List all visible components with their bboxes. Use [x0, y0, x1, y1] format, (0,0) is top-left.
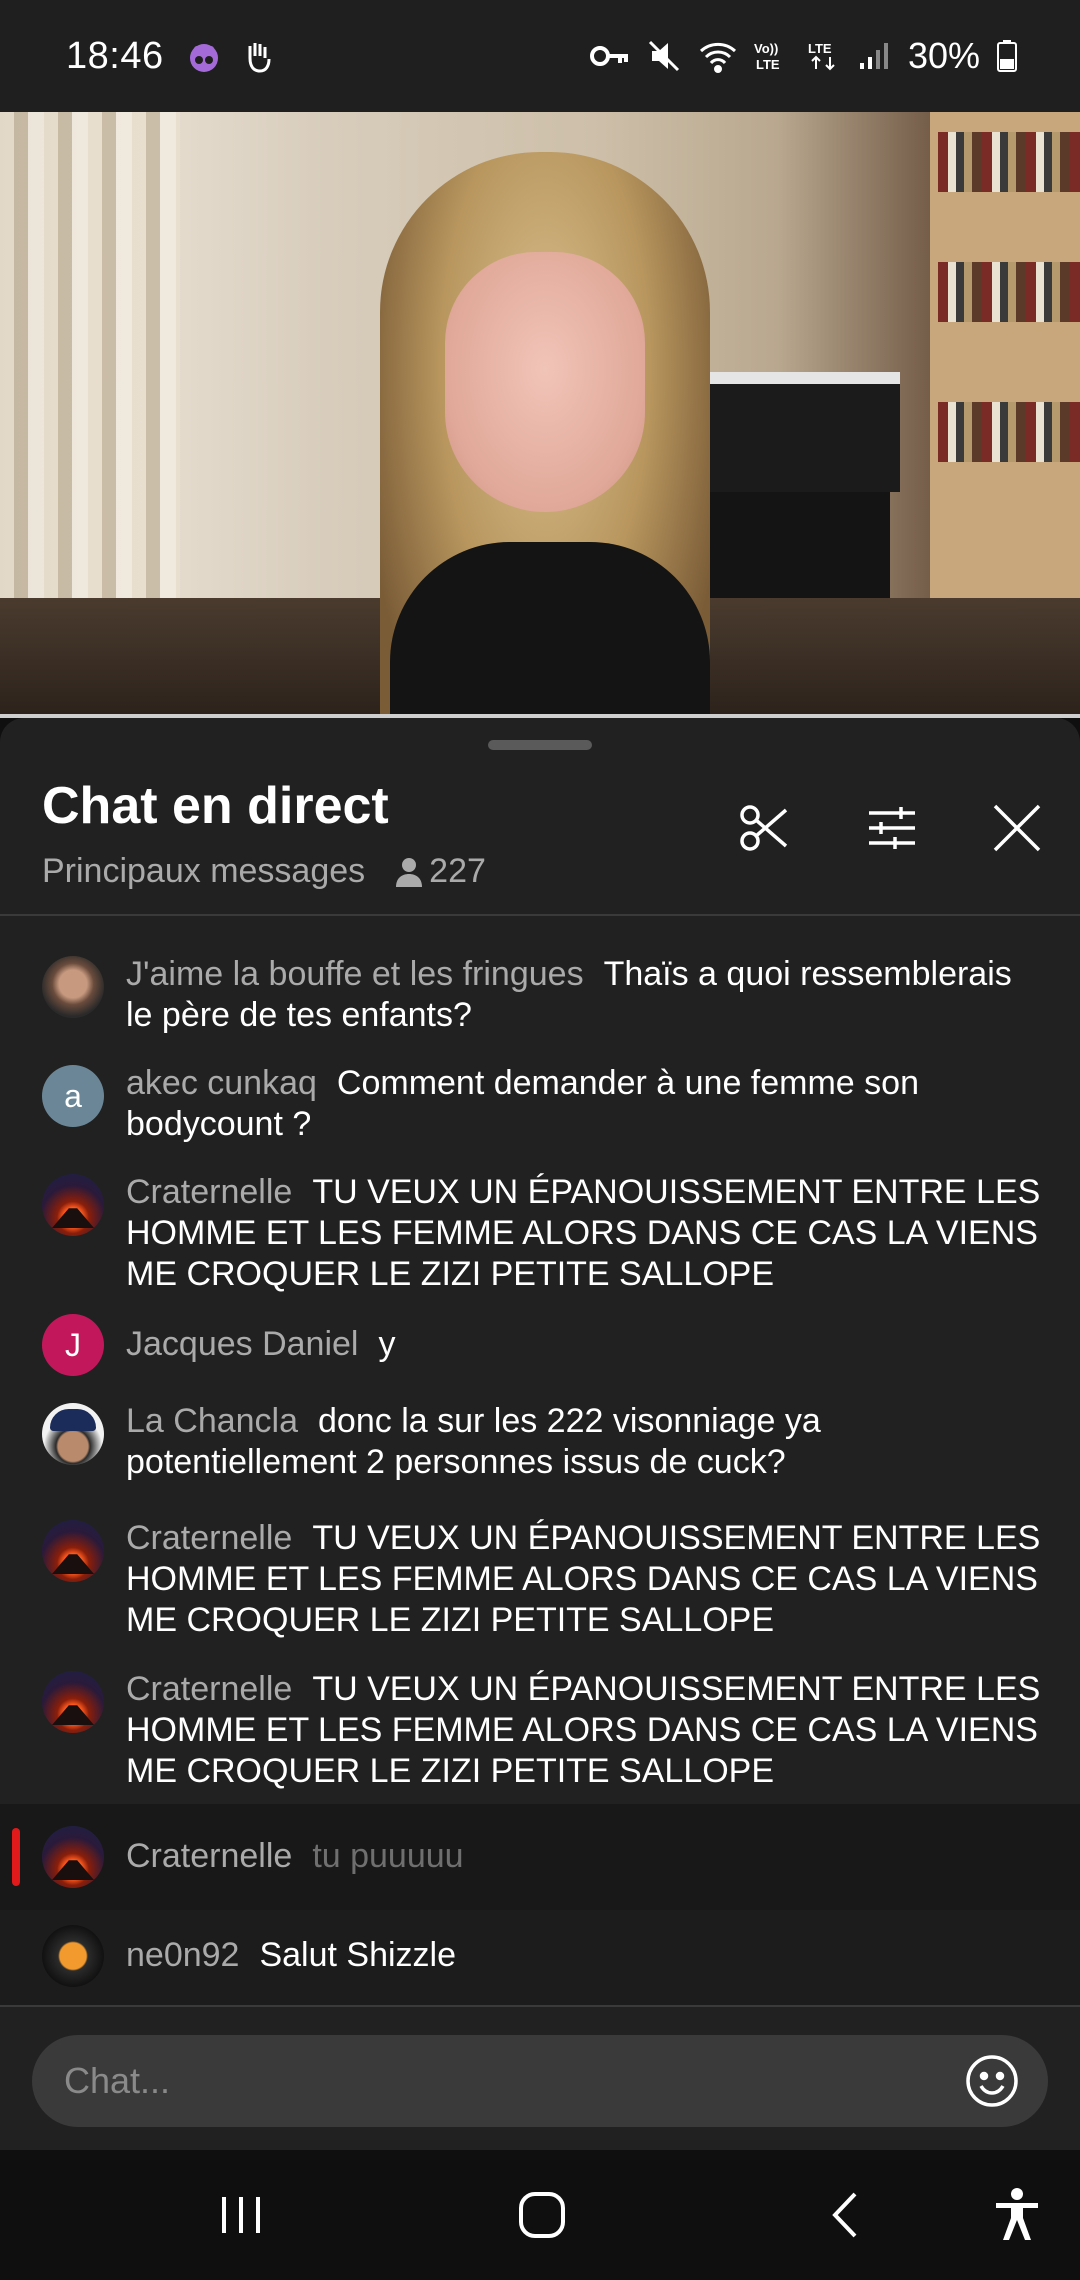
recent-apps-icon: [222, 2197, 260, 2233]
svg-text:LTE: LTE: [756, 57, 780, 72]
avatar[interactable]: [42, 1403, 104, 1465]
message-author[interactable]: La Chancla: [126, 1402, 298, 1440]
message-text: tu puuuuu: [312, 1837, 464, 1875]
chat-message: Craternelle TU VEUX UN ÉPANOUISSEMENT ENT…: [0, 1669, 1080, 1792]
lte-icon: LTE: [806, 39, 842, 73]
avatar[interactable]: [42, 1826, 104, 1888]
signal-icon: [858, 41, 892, 71]
viewer-count-value: 227: [429, 852, 486, 890]
chat-subtitle: Principaux messages 227: [42, 852, 486, 891]
avatar[interactable]: [42, 1925, 104, 1987]
wifi-icon: [698, 39, 738, 73]
svg-text:Vo)): Vo)): [754, 41, 778, 56]
close-chat-button[interactable]: [977, 788, 1057, 868]
incognito-icon: [184, 36, 224, 76]
message-author[interactable]: Jacques Daniel: [126, 1325, 358, 1363]
back-button[interactable]: [800, 2180, 890, 2250]
chat-message: Craternelle TU VEUX UN ÉPANOUISSEMENT ENT…: [0, 1172, 1080, 1295]
system-navigation-bar: [0, 2150, 1080, 2280]
avatar[interactable]: [42, 1671, 104, 1733]
chat-title: Chat en direct: [42, 777, 389, 835]
chat-input-bar: Chat...: [0, 2005, 1080, 2150]
message-text: Salut Shizzle: [259, 1936, 457, 1974]
message-author[interactable]: J'aime la bouffe et les fringues: [126, 955, 584, 993]
vpn-key-icon: [589, 41, 630, 71]
home-icon: [519, 2192, 565, 2238]
live-chat-panel: Chat en direct Principaux messages 227 J…: [0, 718, 1080, 2005]
viewer-count: 227: [395, 852, 486, 891]
svg-text:LTE: LTE: [808, 41, 832, 56]
volte-icon: Vo)) LTE: [754, 39, 790, 73]
avatar[interactable]: J: [42, 1314, 104, 1376]
mute-icon: [646, 38, 682, 74]
message-author[interactable]: Craternelle: [126, 1519, 292, 1557]
chat-message: Craternelle TU VEUX UN ÉPANOUISSEMENT ENT…: [0, 1518, 1080, 1641]
avatar[interactable]: [42, 956, 104, 1018]
recent-apps-button[interactable]: [196, 2180, 286, 2250]
chat-message: La Chancla donc la sur les 222 visonniage…: [0, 1401, 1080, 1483]
back-icon: [832, 2192, 857, 2238]
accessibility-icon: [996, 2188, 1038, 2240]
message-author[interactable]: akec cunkaq: [126, 1064, 317, 1102]
home-button[interactable]: [497, 2180, 587, 2250]
filter-button[interactable]: [852, 788, 932, 868]
scissors-icon: [740, 805, 788, 851]
battery-icon: [996, 39, 1018, 73]
emoji-icon: [966, 2055, 1018, 2107]
accessibility-button[interactable]: [972, 2180, 1062, 2250]
avatar[interactable]: a: [42, 1065, 104, 1127]
sliders-icon: [869, 807, 915, 849]
hand-icon: [238, 36, 278, 76]
avatar[interactable]: [42, 1174, 104, 1236]
video-player[interactable]: [0, 112, 1080, 718]
message-author[interactable]: ne0n92: [126, 1936, 239, 1974]
chat-input[interactable]: Chat...: [32, 2035, 1048, 2127]
status-time: 18:46: [66, 34, 164, 77]
chat-message: J Jacques Daniel y: [0, 1314, 1080, 1376]
chat-message: ne0n92 Salut Shizzle: [0, 1925, 1080, 1987]
chat-input-placeholder: Chat...: [64, 2060, 171, 2101]
message-author[interactable]: Craternelle: [126, 1670, 292, 1708]
person-icon: [396, 857, 423, 887]
status-bar: 18:46 Vo)) LTE LTE 30%: [0, 0, 1080, 112]
battery-percent: 30%: [907, 35, 980, 76]
chat-message: Craternelle tu puuuuu: [0, 1826, 1080, 1888]
chat-message: J'aime la bouffe et les fringues Thaïs a …: [0, 954, 1080, 1036]
drag-handle[interactable]: [488, 740, 592, 750]
avatar[interactable]: [42, 1520, 104, 1582]
emoji-button[interactable]: [960, 2049, 1024, 2113]
message-author[interactable]: Craternelle: [126, 1173, 292, 1211]
message-author[interactable]: Craternelle: [126, 1837, 292, 1875]
close-icon: [993, 804, 1041, 852]
clip-button[interactable]: [725, 788, 805, 868]
chat-message: a akec cunkaq Comment demander à une femm…: [0, 1063, 1080, 1145]
chat-mode-label[interactable]: Principaux messages: [42, 852, 365, 891]
message-text: y: [378, 1325, 396, 1363]
chat-message-list[interactable]: J'aime la bouffe et les fringues Thaïs a …: [0, 916, 1080, 2005]
